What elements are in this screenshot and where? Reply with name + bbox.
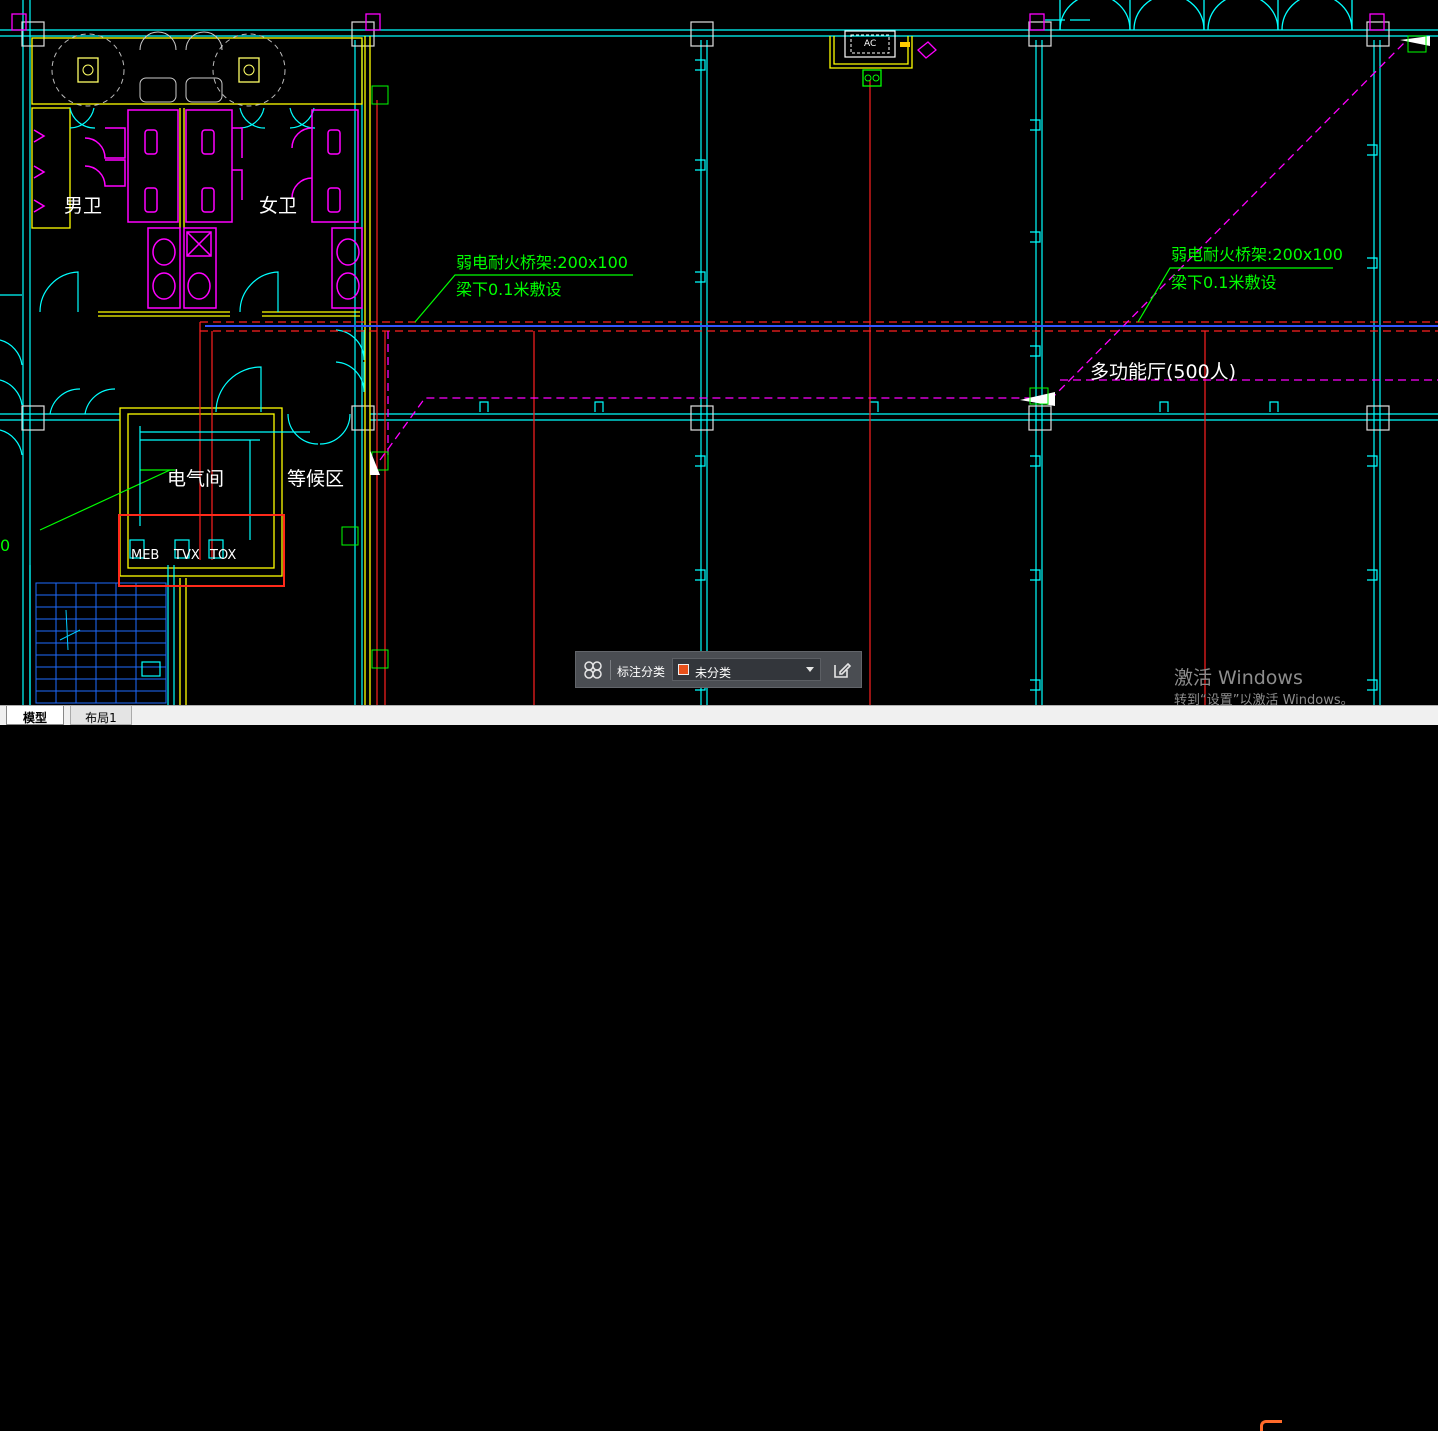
room-label-waiting: 等候区 [287, 468, 345, 490]
annotation-toolbar: 标注分类 未分类 [575, 651, 862, 688]
layout-tab-bar: 模型 布局1 [0, 705, 1438, 1431]
annotation-tray-2-install: 梁下0.1米敷设 [1171, 273, 1277, 292]
cad-drawing-canvas[interactable] [0, 0, 1438, 705]
room-label-multi-hall: 多功能厅(500人) [1090, 361, 1237, 383]
room-label-mens-toilet: 男卫 [64, 195, 103, 217]
room-label-electrical: 电气间 [167, 468, 225, 490]
door-swings [0, 107, 365, 456]
room-label-womens-toilet: 女卫 [259, 195, 298, 217]
edit-icon[interactable] [831, 659, 853, 681]
chevron-down-icon [806, 667, 814, 672]
equipment [11, 13, 1430, 669]
tab-model[interactable]: 模型 [6, 706, 64, 725]
tab-layout1[interactable]: 布局1 [70, 706, 132, 725]
staircase [35, 582, 167, 704]
annotation-tray-2-spec: 弱电耐火桥架:200x100 [1171, 245, 1343, 264]
grid-dots-icon[interactable] [582, 659, 604, 681]
meb-label: MEB [131, 548, 160, 563]
orange-indicator [1260, 1420, 1282, 1431]
door-arcs-top [1059, 0, 1353, 31]
annotation-category-select[interactable]: 未分类 [672, 658, 821, 681]
annotation-left-edge: 0 [0, 536, 11, 555]
category-select-value: 未分类 [695, 666, 732, 680]
accessible-toilets [51, 31, 286, 107]
ac-label: AC [864, 39, 877, 49]
annotation-tray-1-spec: 弱电耐火桥架:200x100 [456, 253, 628, 272]
activation-watermark-title: 激活 Windows [1174, 667, 1303, 689]
walls [31, 36, 913, 705]
leader-lines [39, 267, 1333, 531]
cable-trays [199, 80, 1438, 705]
annotation-category-label: 标注分类 [617, 665, 666, 679]
annotation-tray-1-install: 梁下0.1米敷设 [456, 280, 562, 299]
toolbar-separator [610, 660, 611, 680]
tvx-label: TVX [174, 548, 200, 563]
category-color-swatch [678, 664, 689, 675]
structural-grid [0, 0, 1438, 705]
tox-label: TOX [210, 548, 237, 563]
